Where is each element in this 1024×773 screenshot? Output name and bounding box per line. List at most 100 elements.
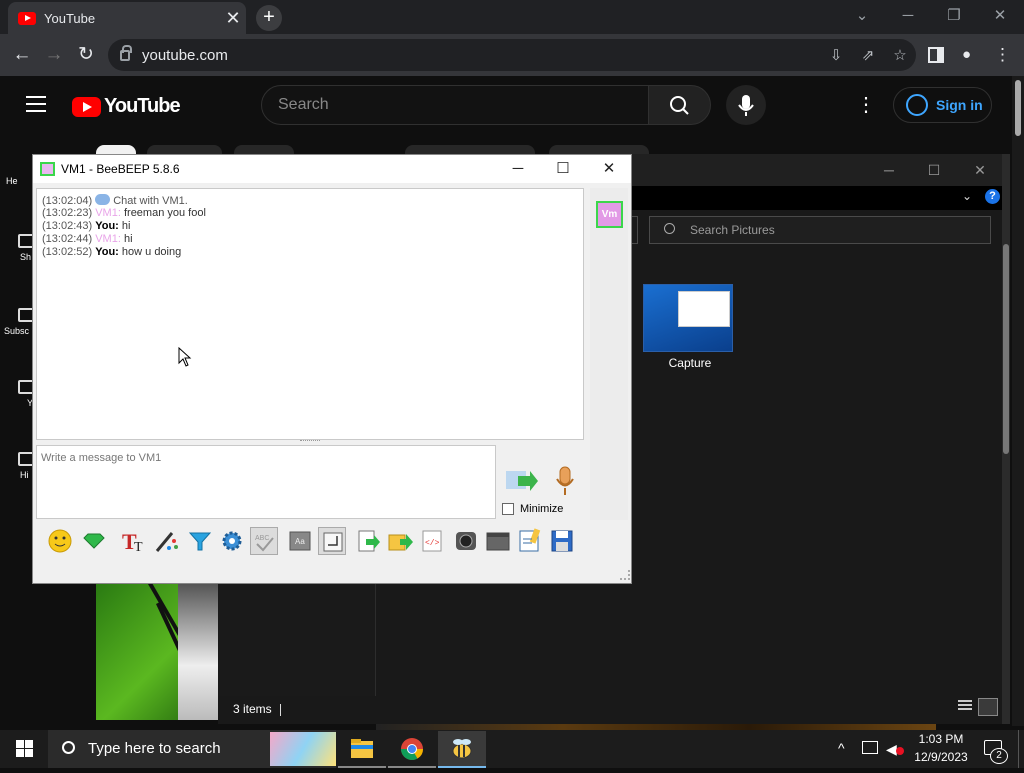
youtube-search-button[interactable] [648, 85, 711, 125]
filter-icon[interactable] [186, 527, 214, 555]
reload-icon[interactable]: ↻ [75, 44, 97, 66]
enter-key-icon[interactable] [318, 527, 346, 555]
show-hidden-icons-chevron[interactable]: ^ [838, 740, 845, 756]
send-message-button[interactable] [504, 467, 538, 495]
bee-icon [452, 739, 472, 759]
sidenav-item-home[interactable]: He [0, 176, 34, 186]
explorer-scrollbar[interactable] [1002, 154, 1010, 724]
address-bar[interactable]: youtube.com ⇩ ⇗ ☆ [108, 39, 916, 71]
taskbar-search-box[interactable]: Type here to search [48, 730, 336, 768]
explorer-search-input[interactable]: Search Pictures [649, 216, 991, 244]
clock-time[interactable]: 1:03 PM [912, 732, 970, 746]
chrome-taskbar-button[interactable] [388, 731, 436, 768]
navigation-pane [218, 584, 376, 696]
terminal-icon[interactable] [484, 527, 512, 555]
minimize-checkbox[interactable]: Minimize [502, 503, 563, 515]
search-highlight-art [270, 732, 336, 766]
explorer-close-button[interactable]: ✕ [965, 160, 995, 180]
youtube-play-icon [72, 96, 101, 117]
windows-start-icon[interactable] [16, 740, 33, 757]
emoticon-icon[interactable] [46, 527, 74, 555]
file-explorer-taskbar-button[interactable] [338, 731, 386, 768]
save-chat-icon[interactable] [354, 527, 382, 555]
sidenav-item-shorts[interactable]: Sh [0, 234, 34, 262]
settings-icon[interactable] [218, 527, 246, 555]
sidenav-item-history[interactable]: Hi [0, 452, 34, 480]
help-icon[interactable]: ? [985, 189, 1000, 204]
checkbox-box[interactable] [502, 503, 514, 515]
voice-search-button[interactable] [726, 85, 766, 125]
beebeep-titlebar: VM1 - BeeBEEP 5.8.6 [33, 155, 631, 183]
user-circle-icon [906, 94, 928, 116]
beebeep-minimize-button[interactable]: ─ [505, 157, 531, 181]
chat-message: (13:02:23) VM1: freeman you fool [42, 207, 206, 219]
tab-close-icon[interactable]: ✕ [220, 8, 246, 29]
install-app-icon[interactable]: ⇩ [820, 46, 852, 64]
sign-in-button[interactable]: Sign in [893, 87, 992, 123]
svg-text:T: T [134, 540, 143, 555]
chat-history[interactable]: (13:02:04) Chat with VM1. (13:02:23) VM1… [36, 188, 584, 440]
ribbon-expand-chevron-icon[interactable]: ⌄ [962, 189, 972, 203]
microphone-icon [738, 95, 754, 116]
side-panel-icon[interactable] [928, 47, 944, 63]
spellcheck-icon[interactable]: ABC [250, 527, 278, 555]
folder-icon [351, 739, 373, 758]
minimize-label: Minimize [520, 503, 564, 515]
close-window-button[interactable]: ✕ [986, 5, 1014, 27]
member-avatar-vm1[interactable]: Vm [596, 201, 623, 228]
large-icons-view-icon[interactable] [978, 698, 998, 716]
chat-message: (13:02:52) You: how u doing [42, 246, 182, 258]
resize-grip[interactable] [620, 570, 630, 580]
profile-icon[interactable]: ● [962, 46, 978, 63]
volume-muted-icon[interactable]: ◀ [886, 741, 904, 758]
file-thumbnail-capture[interactable] [643, 284, 733, 352]
dictionary-icon[interactable]: Aa [286, 527, 314, 555]
members-panel [590, 188, 628, 520]
notes-icon[interactable] [516, 527, 544, 555]
html-icon[interactable]: </> [418, 527, 446, 555]
explorer-minimize-button[interactable]: ─ [874, 160, 904, 180]
tab-search-icon[interactable]: ⌄ [848, 5, 876, 27]
sidenav-item-you[interactable]: Y [0, 380, 34, 408]
details-view-icon[interactable] [958, 700, 972, 714]
file-name-label[interactable]: Capture [643, 356, 737, 370]
sidenav-item-subscriptions[interactable]: Subsc [0, 308, 34, 336]
chat-message: (13:02:43) You: hi [42, 220, 131, 232]
youtube-favicon-icon [18, 11, 36, 25]
beebeep-taskbar-button[interactable] [438, 731, 486, 768]
address-bar-edge [632, 216, 638, 244]
settings-more-icon[interactable]: ⋮ [856, 93, 876, 117]
network-icon[interactable] [862, 741, 878, 754]
save-icon[interactable] [548, 527, 576, 555]
color-picker-icon[interactable] [152, 527, 180, 555]
restore-window-button[interactable]: ❐ [940, 5, 968, 27]
explorer-status-bar: 3 items [218, 696, 1002, 724]
show-desktop-button[interactable] [1018, 730, 1024, 768]
splitter-handle[interactable] [300, 440, 320, 443]
browser-tab-youtube[interactable]: YouTube ✕ [8, 2, 246, 34]
svg-text:</>: </> [425, 539, 440, 548]
beebeep-close-button[interactable]: ✕ [596, 157, 622, 181]
page-scrollbar[interactable] [1012, 76, 1024, 726]
gem-icon[interactable] [80, 527, 108, 555]
chat-toolbar: TT ABC Aa </> [36, 527, 628, 557]
share-icon[interactable]: ⇗ [852, 46, 884, 64]
back-arrow-icon[interactable]: ← [11, 44, 33, 66]
explorer-maximize-button[interactable]: ☐ [919, 160, 949, 180]
new-tab-button[interactable]: + [256, 5, 282, 31]
youtube-logo[interactable]: YouTube [72, 95, 181, 118]
video-thumbnail[interactable] [96, 584, 220, 720]
browser-menu-icon[interactable]: ⋮ [994, 45, 1011, 65]
youtube-search-input[interactable]: Search [261, 85, 649, 125]
send-file-icon[interactable] [386, 527, 414, 555]
menu-hamburger-icon[interactable] [26, 96, 46, 112]
font-icon[interactable]: TT [120, 527, 148, 555]
beebeep-maximize-button[interactable]: ☐ [550, 157, 576, 181]
voice-message-button[interactable] [554, 466, 576, 496]
screenshot-icon[interactable] [452, 527, 480, 555]
message-input[interactable]: Write a message to VM1 [36, 445, 496, 519]
minimize-window-button[interactable]: ─ [894, 5, 922, 27]
clock-date[interactable]: 12/9/2023 [912, 750, 970, 764]
bookmark-star-icon[interactable]: ☆ [884, 46, 916, 64]
forward-arrow-icon[interactable]: → [43, 44, 65, 66]
